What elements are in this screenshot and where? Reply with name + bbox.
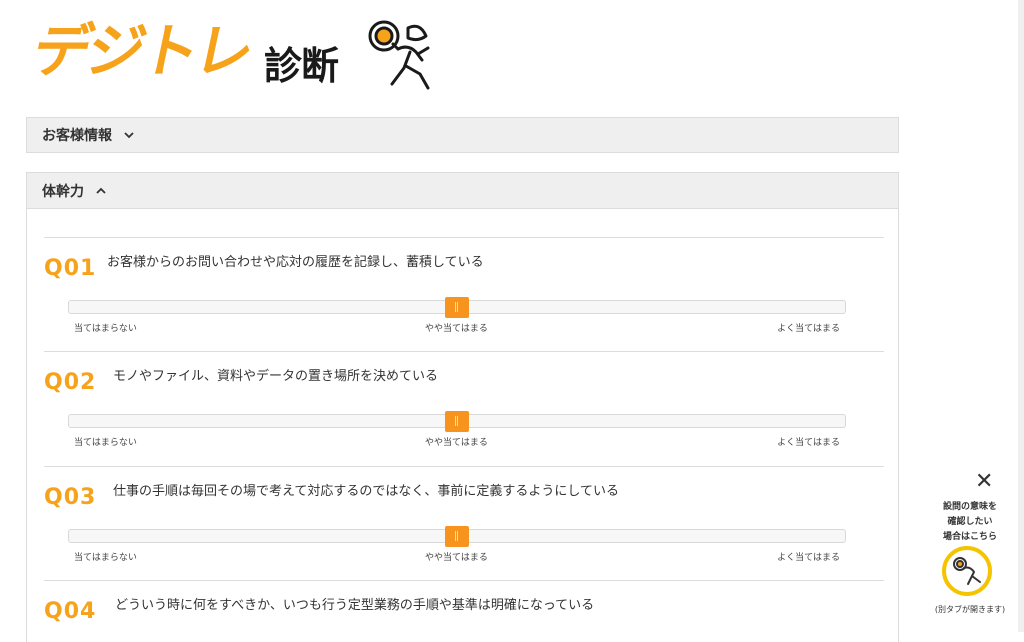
question-number: Q03: [44, 485, 97, 510]
scale-label-mid: やや当てはまる: [425, 438, 488, 448]
chevron-up-icon: [96, 187, 106, 194]
question-q01: Q01 お客様からのお問い合わせや応対の履歴を記録し、蓄積している 当てはまらな…: [44, 237, 884, 352]
help-text: 設問の意味を 確認したい 場合はこちら: [928, 500, 1012, 545]
logo-brand-text: デジトレ: [26, 17, 257, 85]
logo: デジトレ 診断: [26, 14, 436, 90]
scale-label-high: よく当てはまる: [777, 553, 840, 563]
detective-mascot-icon: [953, 557, 981, 585]
help-text-line1: 設問の意味を: [942, 502, 997, 512]
core-strength-header[interactable]: 体幹力: [27, 173, 898, 209]
question-text: お客様からのお問い合わせや応対の履歴を記録し、蓄積している: [107, 255, 484, 270]
help-text-line2: 確認したい: [947, 517, 993, 527]
question-q02: Q02 モノやファイル、資料やデータの置き場所を決めている 当てはまらない やや…: [44, 351, 884, 466]
scale-label-mid: やや当てはまる: [425, 553, 488, 563]
question-text: 仕事の手順は毎回その場で考えて対応するのではなく、事前に定義するようにしている: [113, 484, 619, 499]
slider-thumb[interactable]: [445, 526, 469, 547]
customer-info-header[interactable]: お客様情報: [27, 118, 898, 152]
core-strength-title: 体幹力: [42, 183, 84, 200]
scale-label-low: 当てはまらない: [74, 553, 137, 563]
detective-mascot-icon: [368, 20, 430, 90]
question-number: Q02: [44, 370, 97, 395]
scale-label-low: 当てはまらない: [74, 438, 137, 448]
customer-info-title: お客様情報: [42, 128, 112, 144]
scale-label-mid: やや当てはまる: [425, 324, 488, 334]
question-text: どういう時に何をすべきか、いつも行う定型業務の手順や基準は明確になっている: [115, 598, 595, 613]
help-link-button[interactable]: [942, 546, 992, 596]
question-q04: Q04 どういう時に何をすべきか、いつも行う定型業務の手順や基準は明確になってい…: [44, 580, 884, 640]
question-number: Q04: [44, 599, 97, 624]
help-text-line3: 場合はこちら: [942, 532, 997, 542]
scale-label-low: 当てはまらない: [74, 324, 137, 334]
logo-suffix-text: 診断: [264, 44, 339, 88]
chevron-down-icon: [124, 132, 134, 139]
question-help-widget: ✕ 設問の意味を 確認したい 場合はこちら (別タブが開きます): [928, 470, 1024, 620]
scale-label-high: よく当てはまる: [777, 438, 840, 448]
answer-slider[interactable]: [68, 411, 846, 432]
question-number: Q01: [44, 256, 97, 281]
new-tab-note: (別タブが開きます): [934, 605, 1006, 614]
customer-info-section: お客様情報: [26, 117, 899, 153]
question-text: モノやファイル、資料やデータの置き場所を決めている: [113, 369, 439, 384]
core-strength-section: 体幹力 Q01 お客様からのお問い合わせや応対の履歴を記録し、蓄積している 当て…: [26, 172, 899, 642]
scale-label-high: よく当てはまる: [777, 324, 840, 334]
question-q03: Q03 仕事の手順は毎回その場で考えて対応するのではなく、事前に定義するようにし…: [44, 466, 884, 581]
slider-thumb[interactable]: [445, 411, 469, 432]
answer-slider[interactable]: [68, 297, 846, 318]
slider-thumb[interactable]: [445, 297, 469, 318]
close-icon[interactable]: ✕: [975, 470, 993, 494]
answer-slider[interactable]: [68, 526, 846, 547]
